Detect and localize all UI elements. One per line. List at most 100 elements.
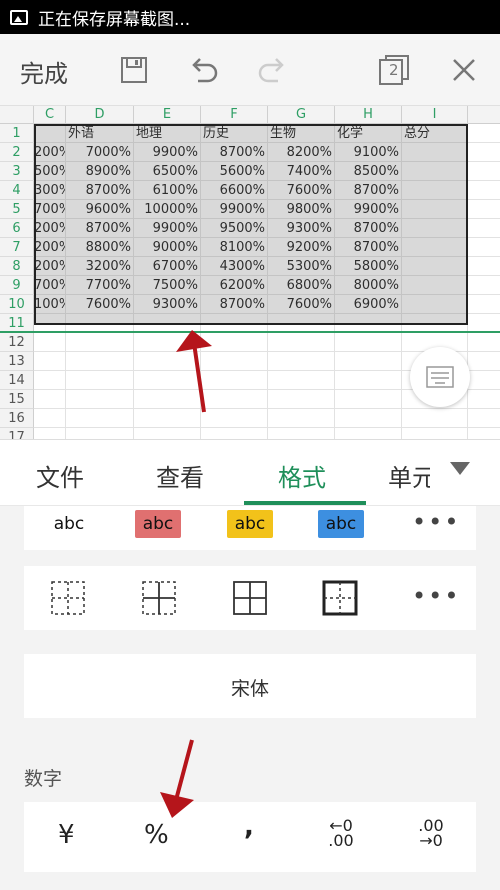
table-cell[interactable]: [268, 409, 335, 428]
table-cell[interactable]: [335, 428, 402, 439]
table-cell[interactable]: [468, 124, 500, 143]
table-cell[interactable]: 200%: [34, 238, 66, 257]
table-cell[interactable]: [402, 181, 468, 200]
table-cell[interactable]: 7000%: [66, 143, 134, 162]
table-cell[interactable]: [34, 428, 66, 439]
tab-file[interactable]: 文件: [36, 458, 84, 493]
column-header[interactable]: I: [402, 106, 468, 124]
row-header[interactable]: 13: [0, 352, 34, 371]
table-cell[interactable]: 4300%: [201, 257, 268, 276]
table-cell[interactable]: 9100%: [335, 143, 402, 162]
table-cell[interactable]: 700%: [34, 200, 66, 219]
table-cell[interactable]: 总分: [402, 124, 468, 143]
table-cell[interactable]: 6900%: [335, 295, 402, 314]
table-cell[interactable]: [468, 390, 500, 409]
table-cell[interactable]: 8700%: [66, 219, 134, 238]
table-cell[interactable]: 8200%: [268, 143, 335, 162]
row-header[interactable]: 12: [0, 333, 34, 352]
table-cell[interactable]: [201, 409, 268, 428]
table-cell[interactable]: 8800%: [66, 238, 134, 257]
table-cell[interactable]: [335, 390, 402, 409]
table-cell[interactable]: [66, 333, 134, 352]
text-style-blue[interactable]: abc: [318, 510, 364, 538]
table-cell[interactable]: [402, 200, 468, 219]
row-header[interactable]: 5: [0, 200, 34, 219]
table-cell[interactable]: [468, 238, 500, 257]
table-cell[interactable]: [468, 295, 500, 314]
table-cell[interactable]: [34, 124, 66, 143]
table-cell[interactable]: [468, 276, 500, 295]
table-cell[interactable]: [134, 390, 201, 409]
row-header[interactable]: 10: [0, 295, 34, 314]
table-cell[interactable]: 9900%: [134, 143, 201, 162]
table-cell[interactable]: 8100%: [201, 238, 268, 257]
border-outer-icon[interactable]: [322, 580, 358, 616]
percent-format-button[interactable]: %: [144, 820, 169, 850]
table-cell[interactable]: 10000%: [134, 200, 201, 219]
table-cell[interactable]: [134, 352, 201, 371]
table-cell[interactable]: 8700%: [201, 295, 268, 314]
table-cell[interactable]: [402, 219, 468, 238]
table-cell[interactable]: [402, 162, 468, 181]
table-cell[interactable]: [468, 143, 500, 162]
table-cell[interactable]: [468, 257, 500, 276]
table-cell[interactable]: 9300%: [268, 219, 335, 238]
table-cell[interactable]: 200%: [34, 257, 66, 276]
table-cell[interactable]: [201, 371, 268, 390]
table-cell[interactable]: 9900%: [335, 200, 402, 219]
table-cell[interactable]: [468, 200, 500, 219]
table-cell[interactable]: [34, 409, 66, 428]
table-cell[interactable]: 6700%: [134, 257, 201, 276]
row-header[interactable]: 16: [0, 409, 34, 428]
row-header[interactable]: 15: [0, 390, 34, 409]
table-cell[interactable]: [134, 333, 201, 352]
undo-icon[interactable]: [186, 52, 222, 88]
table-cell[interactable]: [201, 428, 268, 439]
table-cell[interactable]: [468, 352, 500, 371]
table-cell[interactable]: [468, 219, 500, 238]
border-all-icon[interactable]: [232, 580, 268, 616]
table-cell[interactable]: [468, 333, 500, 352]
table-cell[interactable]: 300%: [34, 181, 66, 200]
row-header[interactable]: 4: [0, 181, 34, 200]
font-card[interactable]: 宋体: [24, 654, 476, 718]
table-cell[interactable]: 8700%: [335, 238, 402, 257]
table-cell[interactable]: [335, 352, 402, 371]
row-header[interactable]: 14: [0, 371, 34, 390]
table-cell[interactable]: 7400%: [268, 162, 335, 181]
row-header[interactable]: 9: [0, 276, 34, 295]
currency-format-button[interactable]: ¥: [58, 820, 75, 850]
table-cell[interactable]: [402, 257, 468, 276]
tab-format[interactable]: 格式: [278, 458, 326, 493]
table-cell[interactable]: 5300%: [268, 257, 335, 276]
column-header[interactable]: C: [34, 106, 66, 124]
table-cell[interactable]: [268, 352, 335, 371]
table-cell[interactable]: 200%: [34, 219, 66, 238]
window-switch-icon[interactable]: 2: [376, 52, 412, 88]
keyboard-toggle-button[interactable]: [410, 347, 470, 407]
column-header[interactable]: F: [201, 106, 268, 124]
table-cell[interactable]: [66, 409, 134, 428]
table-cell[interactable]: 地理: [134, 124, 201, 143]
table-cell[interactable]: 历史: [201, 124, 268, 143]
table-cell[interactable]: 9300%: [134, 295, 201, 314]
row-header[interactable]: 3: [0, 162, 34, 181]
table-cell[interactable]: [134, 371, 201, 390]
table-cell[interactable]: [66, 390, 134, 409]
table-cell[interactable]: [402, 428, 468, 439]
table-cell[interactable]: [34, 352, 66, 371]
table-cell[interactable]: 6500%: [134, 162, 201, 181]
table-cell[interactable]: 8900%: [66, 162, 134, 181]
table-cell[interactable]: 生物: [268, 124, 335, 143]
table-cell[interactable]: [201, 390, 268, 409]
table-cell[interactable]: [468, 409, 500, 428]
table-cell[interactable]: [66, 352, 134, 371]
tabs-dropdown-icon[interactable]: [450, 462, 470, 475]
table-cell[interactable]: [34, 333, 66, 352]
tab-cell[interactable]: 单元: [388, 458, 430, 493]
grid-corner[interactable]: [0, 106, 34, 124]
table-cell[interactable]: [402, 238, 468, 257]
table-cell[interactable]: [134, 428, 201, 439]
text-style-red[interactable]: abc: [135, 510, 181, 538]
table-cell[interactable]: [335, 409, 402, 428]
